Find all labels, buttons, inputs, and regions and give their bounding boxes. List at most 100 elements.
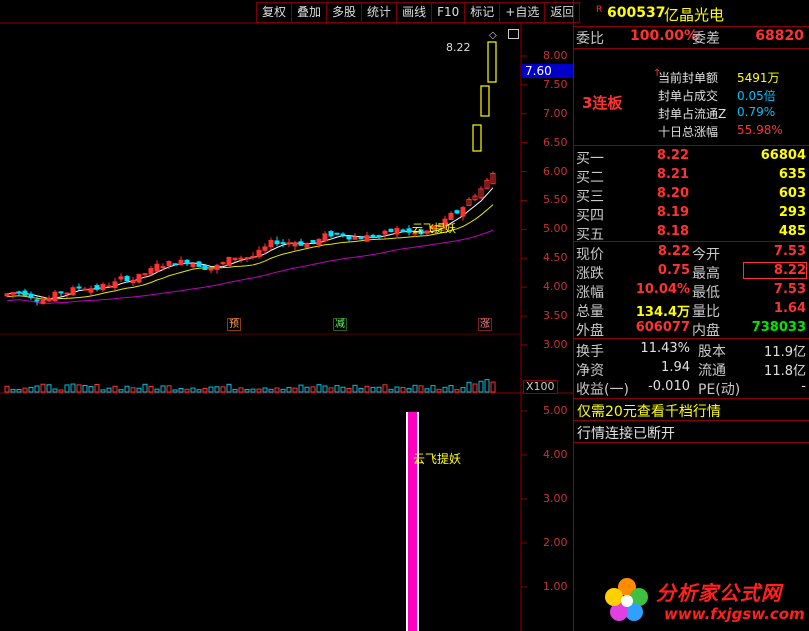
weibi-row: 委比 100.00% 委差 68820 bbox=[576, 28, 804, 47]
candle-body bbox=[316, 238, 322, 245]
candle-body bbox=[394, 227, 400, 235]
indicator-tick-label: 5.00 bbox=[543, 404, 568, 417]
candle-body bbox=[136, 273, 142, 283]
candle-body bbox=[52, 291, 58, 302]
volume-bar bbox=[388, 388, 394, 393]
candle-body bbox=[226, 256, 232, 267]
chart-toolbar: 复权 叠加 多股 统计 画线 F10 标记 +自选 返回 bbox=[256, 2, 581, 23]
volume-bar bbox=[424, 388, 430, 393]
diamond-icon: ◇ bbox=[489, 30, 497, 41]
chart-area[interactable]: 复权 叠加 多股 统计 画线 F10 标记 +自选 返回 7.60 8.22 ◇ 云飞提妖 预 … bbox=[0, 0, 581, 631]
volume-bar bbox=[364, 385, 370, 393]
stat-value: 606077 bbox=[635, 320, 690, 335]
price-tick-label: 3.00 bbox=[543, 337, 568, 351]
candle-body bbox=[184, 259, 190, 265]
candle-body bbox=[382, 230, 388, 235]
seal-info-value: 5491万 bbox=[737, 71, 780, 85]
fund-value: - bbox=[801, 379, 806, 394]
candle-body bbox=[280, 242, 286, 245]
candle-body bbox=[346, 235, 352, 240]
candle-body bbox=[286, 242, 292, 245]
fund-label: 收益(一) bbox=[576, 382, 629, 398]
volume-bar bbox=[262, 387, 268, 393]
volume-bar bbox=[10, 388, 16, 393]
fund-value: 11.8亿 bbox=[764, 364, 806, 379]
candle-body bbox=[40, 299, 46, 305]
volume-bar bbox=[406, 388, 412, 393]
fund-label: 股本 bbox=[698, 344, 726, 360]
volume-bar bbox=[418, 385, 424, 393]
price-tick-label: 8.00 bbox=[543, 49, 568, 62]
bid-volume: 66804 bbox=[760, 148, 806, 163]
promo-link[interactable]: 仅需20元查看千档行情 bbox=[577, 401, 721, 421]
toolbar-button-2[interactable]: 多股 bbox=[327, 2, 363, 23]
stat-value: 8.22 bbox=[657, 244, 690, 259]
volume-bar bbox=[136, 387, 142, 393]
candle-body bbox=[124, 276, 130, 282]
stat-label: 外盘 bbox=[576, 323, 604, 339]
window-icon[interactable] bbox=[508, 29, 519, 39]
volume-bar bbox=[274, 387, 280, 393]
price-tick-label: 4.50 bbox=[543, 251, 568, 265]
volume-bar bbox=[484, 379, 490, 393]
toolbar-button-4[interactable]: 画线 bbox=[397, 2, 433, 23]
toolbar-button-5[interactable]: F10 bbox=[432, 2, 466, 23]
volume-bar bbox=[244, 389, 250, 393]
fund-label: 流通 bbox=[698, 363, 726, 379]
volume-bar bbox=[232, 388, 238, 393]
candle-body bbox=[46, 298, 52, 302]
toolbar-button-6[interactable]: 标记 bbox=[465, 2, 501, 23]
toolbar-button-7[interactable]: +自选 bbox=[500, 2, 546, 23]
marker-yu[interactable]: 预 bbox=[227, 318, 241, 331]
volume-bar bbox=[70, 383, 76, 393]
seal-info-label: 十日总涨幅 bbox=[658, 125, 719, 139]
candle-body bbox=[58, 291, 64, 294]
candle-body bbox=[106, 285, 112, 288]
candle-body bbox=[118, 276, 124, 280]
limit-up-candle bbox=[480, 85, 490, 117]
candle-body bbox=[154, 263, 160, 272]
volume-bar bbox=[292, 387, 298, 393]
moving-average-line bbox=[6, 204, 494, 300]
volume-bar bbox=[196, 389, 202, 393]
seal-info-label: 封单占成交 bbox=[658, 89, 719, 103]
candle-body bbox=[22, 290, 28, 296]
toolbar-button-1[interactable]: 叠加 bbox=[292, 2, 328, 23]
price-tick-label: 7.00 bbox=[543, 106, 568, 120]
fund-label: PE(动) bbox=[698, 382, 741, 398]
candle-body bbox=[268, 240, 274, 248]
volume-bar bbox=[34, 385, 40, 393]
volume-bar bbox=[172, 389, 178, 393]
bid-label: 买二 bbox=[576, 170, 604, 186]
volume-bar bbox=[382, 384, 388, 393]
marker-zhang[interactable]: 涨 bbox=[478, 318, 492, 331]
bid-volume: 603 bbox=[778, 186, 806, 201]
volume-bar bbox=[106, 387, 112, 393]
stat-label: 涨跌 bbox=[576, 266, 604, 282]
volume-bar bbox=[490, 381, 496, 393]
volume-bar bbox=[124, 385, 130, 393]
r-badge: R bbox=[596, 5, 603, 15]
volume-bar bbox=[130, 387, 136, 393]
volume-bar bbox=[286, 387, 292, 393]
marker-jian[interactable]: 减 bbox=[333, 318, 347, 331]
fund-label: 净资 bbox=[576, 363, 604, 379]
volume-bar bbox=[340, 386, 346, 393]
toolbar-button-0[interactable]: 复权 bbox=[256, 2, 293, 23]
volume-bar bbox=[184, 388, 190, 393]
bid-price: 8.21 bbox=[656, 167, 689, 182]
volume-bar bbox=[454, 389, 460, 393]
candle-body bbox=[454, 210, 460, 214]
price-tick-label: 5.00 bbox=[543, 222, 568, 236]
toolbar-button-3[interactable]: 统计 bbox=[362, 2, 398, 23]
stat-value: 1.64 bbox=[773, 301, 806, 316]
kline-chart[interactable] bbox=[0, 0, 573, 631]
fund-value: 11.9亿 bbox=[764, 345, 806, 360]
candle-body bbox=[64, 292, 70, 295]
volume-bar bbox=[148, 385, 154, 393]
stat-value: 0.75 bbox=[657, 263, 690, 278]
stat-value: 134.4万 bbox=[635, 305, 690, 320]
volume-bar bbox=[370, 386, 376, 393]
stock-header[interactable]: R 600537 亿晶光电 bbox=[574, 4, 809, 24]
volume-bar bbox=[64, 384, 70, 393]
